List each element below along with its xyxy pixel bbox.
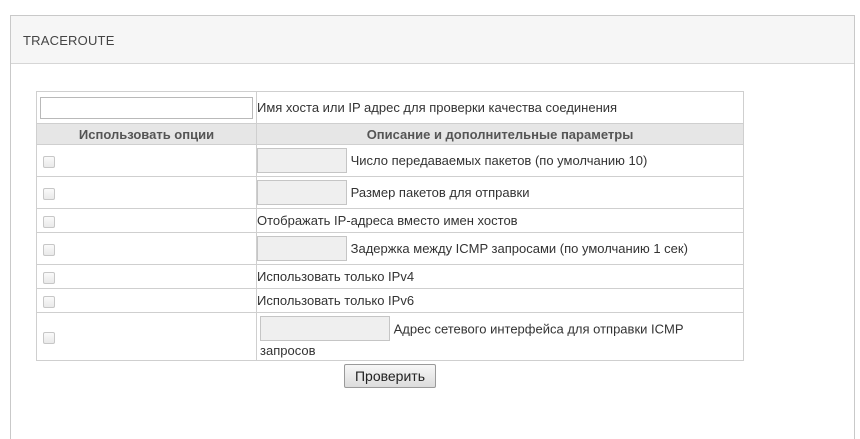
packet-size-input[interactable] <box>257 180 347 205</box>
iface-addr-checkbox[interactable] <box>43 331 55 344</box>
icmp-delay-label: Задержка между ICMP запросами (по умолча… <box>350 241 688 256</box>
show-ip-label: Отображать IP-адреса вместо имен хостов <box>256 208 744 233</box>
table-row: Задержка между ICMP запросами (по умолча… <box>36 232 744 265</box>
table-row: Размер пакетов для отправки <box>36 176 744 209</box>
ipv4-only-checkbox[interactable] <box>43 271 55 284</box>
table-row: Адрес сетевого интерфейса для отправки I… <box>36 312 744 361</box>
packet-count-label: Число передаваемых пакетов (по умолчанию… <box>350 153 648 168</box>
ipv4-only-label: Использовать только IPv4 <box>256 264 744 289</box>
panel-title: TRACEROUTE <box>11 16 854 64</box>
traceroute-form: Имя хоста или IP адрес для проверки каче… <box>36 91 744 388</box>
host-label: Имя хоста или IP адрес для проверки каче… <box>256 91 744 124</box>
packet-count-input[interactable] <box>257 148 347 173</box>
table-row: Использовать только IPv4 <box>36 264 744 289</box>
host-row: Имя хоста или IP адрес для проверки каче… <box>36 91 744 124</box>
host-input[interactable] <box>40 96 253 119</box>
header-use-options: Использовать опции <box>36 123 257 145</box>
iface-addr-label-line2: запросов <box>260 343 316 358</box>
iface-addr-label-line1: Адрес сетевого интерфейса для отправки I… <box>393 321 684 337</box>
table-row: Использовать только IPv6 <box>36 288 744 313</box>
packet-count-checkbox[interactable] <box>43 155 55 168</box>
table-header-row: Использовать опции Описание и дополнител… <box>36 123 744 145</box>
check-button[interactable]: Проверить <box>343 364 436 388</box>
header-description: Описание и дополнительные параметры <box>256 123 744 145</box>
packet-size-checkbox[interactable] <box>43 187 55 200</box>
traceroute-panel: TRACEROUTE Имя хоста или IP адрес для пр… <box>10 15 855 439</box>
ipv6-only-label: Использовать только IPv6 <box>256 288 744 313</box>
packet-size-label: Размер пакетов для отправки <box>350 185 530 200</box>
icmp-delay-checkbox[interactable] <box>43 243 55 256</box>
table-row: Отображать IP-адреса вместо имен хостов <box>36 208 744 233</box>
icmp-delay-input[interactable] <box>257 236 347 261</box>
options-table: Имя хоста или IP адрес для проверки каче… <box>36 91 744 361</box>
ipv6-only-checkbox[interactable] <box>43 295 55 308</box>
iface-addr-input[interactable] <box>260 316 390 341</box>
table-row: Число передаваемых пакетов (по умолчанию… <box>36 144 744 177</box>
show-ip-checkbox[interactable] <box>43 215 55 228</box>
